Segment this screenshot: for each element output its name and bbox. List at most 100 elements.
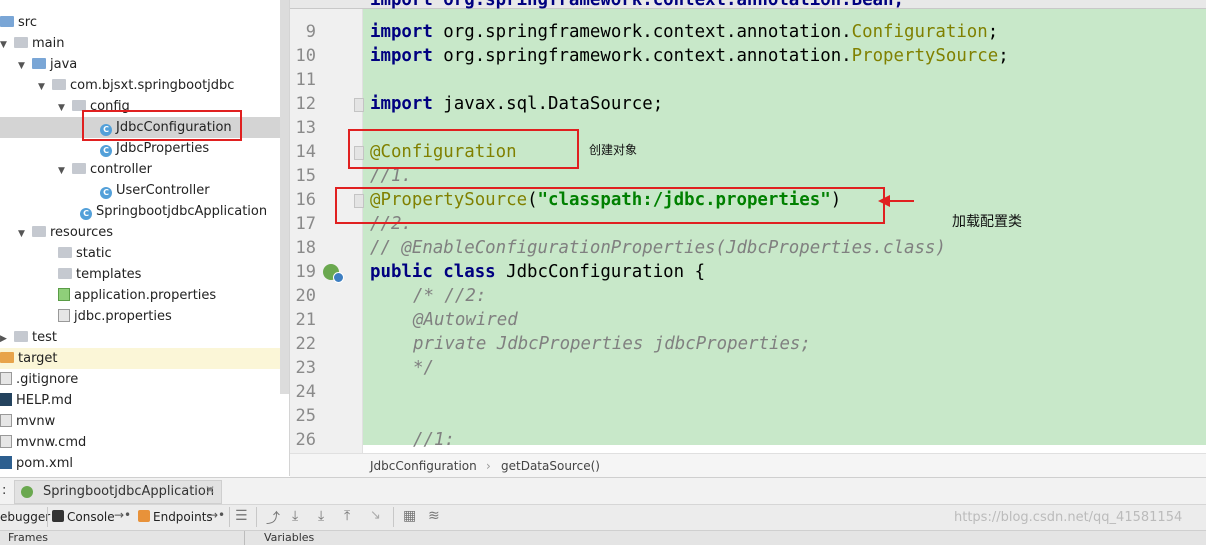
toolbar-divider [393,507,394,527]
step-into-icon[interactable]: ⤓ [292,508,298,524]
spring-boot-icon [21,486,33,498]
tree-item-jdbc-properties[interactable]: C JdbcProperties [100,138,209,159]
tree-item-test[interactable]: ▶ test [0,327,57,348]
tree-item-controller[interactable]: ▼ controller [58,159,152,180]
folder-icon [0,352,14,363]
console-icon [52,510,64,522]
folder-icon [14,331,28,342]
chevron-down-icon[interactable]: ▼ [58,98,68,119]
tree-item-application-properties[interactable]: application.properties [58,285,216,306]
folder-icon [58,247,72,258]
tree-item-package[interactable]: ▼ com.bjsxt.springbootjdbc [38,75,234,96]
tree-item-application-class[interactable]: C SpringbootjdbcApplication [80,201,267,222]
chevron-down-icon[interactable]: ▼ [18,56,28,77]
chevron-right-icon[interactable]: ▶ [0,329,10,350]
drop-frame-icon[interactable]: ↘ [370,508,381,523]
run-label: : [2,483,7,498]
line-number: 19 [295,262,316,282]
breadcrumb-method[interactable]: getDataSource() [501,459,600,473]
code-line-20: /* //2: [413,286,487,306]
code-editor[interactable]: 8 9 10 11 12 13 14 15 16 17 18 19 20 21 … [290,0,1206,453]
chevron-down-icon[interactable]: ▼ [0,35,10,56]
breadcrumb: JdbcConfiguration › getDataSource() [290,453,1206,478]
highlight-box-configuration [348,129,579,169]
line-number: 10 [295,46,316,66]
code-line-22: private JdbcProperties jdbcProperties; [413,334,811,354]
line-number: 16 [295,190,316,210]
tab-endpoints[interactable]: Endpoints [153,510,213,524]
run-config-tab[interactable]: SpringbootjdbcApplication ✕ [14,480,222,504]
fold-marker-icon[interactable] [354,98,364,112]
folder-icon [58,268,72,279]
tab-debugger[interactable]: ebugger [0,510,50,524]
line-number: 14 [295,142,316,162]
close-icon[interactable]: ✕ [205,483,215,497]
package-icon [72,163,86,174]
menu-icon[interactable]: ☰ [235,508,248,524]
tree-item-jdbc-properties-file[interactable]: jdbc.properties [58,306,172,327]
source-folder-icon [32,58,46,69]
file-icon [0,414,12,427]
tree-item-pom-xml[interactable]: pom.xml [0,453,73,474]
code-line-26: //1: [413,430,455,450]
arrow-left-icon [878,195,914,207]
tree-item-main[interactable]: ▼ main [0,33,64,54]
properties-file-icon [58,288,70,301]
code-line-12: import javax.sql.DataSource; [370,94,664,114]
note-create-object: 创建对象 [589,143,638,157]
tree-item-templates[interactable]: templates [58,264,141,285]
tree-item-mvnw-cmd[interactable]: mvnw.cmd [0,432,86,453]
tree-item-resources[interactable]: ▼ resources [18,222,113,243]
editor-gutter: 8 9 10 11 12 13 14 15 16 17 18 19 20 21 … [290,0,363,453]
file-icon [0,435,12,448]
run-config-bar: : SpringbootjdbcApplication ✕ [0,477,1206,505]
tree-item-java[interactable]: ▼ java [18,54,77,75]
run-gutter-icon[interactable] [333,272,344,283]
spring-boot-class-icon: C [80,208,92,220]
class-icon: C [100,145,112,157]
file-icon [0,372,12,385]
line-number: 24 [295,382,316,402]
folder-icon [14,37,28,48]
breadcrumb-class[interactable]: JdbcConfiguration [370,459,477,473]
tree-item-target[interactable]: target [0,348,289,369]
tree-item-src[interactable]: src [0,12,37,33]
highlight-box-tree [82,110,242,141]
class-icon: C [100,187,112,199]
note-load-config-class: 加载配置类 [952,214,1022,230]
toolbar-divider [256,507,257,527]
tree-item-static[interactable]: static [58,243,112,264]
line-number: 13 [295,118,316,138]
toolbar-divider [229,507,230,527]
line-number: 21 [295,310,316,330]
tree-item-user-controller[interactable]: C UserController [100,180,210,201]
chevron-down-icon[interactable]: ▼ [38,77,48,98]
chevron-down-icon[interactable]: ▼ [18,224,28,245]
force-step-into-icon[interactable]: ⤓ [318,508,324,524]
frames-label: Frames [8,531,49,544]
chevron-down-icon[interactable]: ▼ [58,161,68,182]
step-over-icon[interactable]: ⤴ [266,508,280,528]
resources-folder-icon [32,226,46,237]
maven-file-icon [0,456,12,469]
evaluate-icon[interactable]: ▦ [403,508,416,524]
markdown-file-icon [0,393,12,406]
tree-scrollbar[interactable] [280,0,289,394]
line-number: 20 [295,286,316,306]
run-config-name: SpringbootjdbcApplication [43,484,215,499]
highlight-box-property-source [335,187,885,224]
properties-file-icon [58,309,70,322]
pin-icon[interactable]: →• [208,508,225,522]
trace-icon[interactable]: ≋ [428,508,440,524]
tree-item-help-md[interactable]: HELP.md [0,390,72,411]
tree-item-gitignore[interactable]: .gitignore [0,369,78,390]
frames-variables-header: Frames Variables [0,530,1206,545]
breadcrumb-separator-icon: › [486,459,491,473]
tree-item-mvnw[interactable]: mvnw [0,411,55,432]
line-number: 15 [295,166,316,186]
tab-console[interactable]: Console [67,510,115,524]
line-number: 22 [295,334,316,354]
code-line-9: import org.springframework.context.annot… [370,22,999,42]
step-out-icon[interactable]: ⤒ [344,508,350,524]
pin-icon[interactable]: →• [114,508,131,522]
